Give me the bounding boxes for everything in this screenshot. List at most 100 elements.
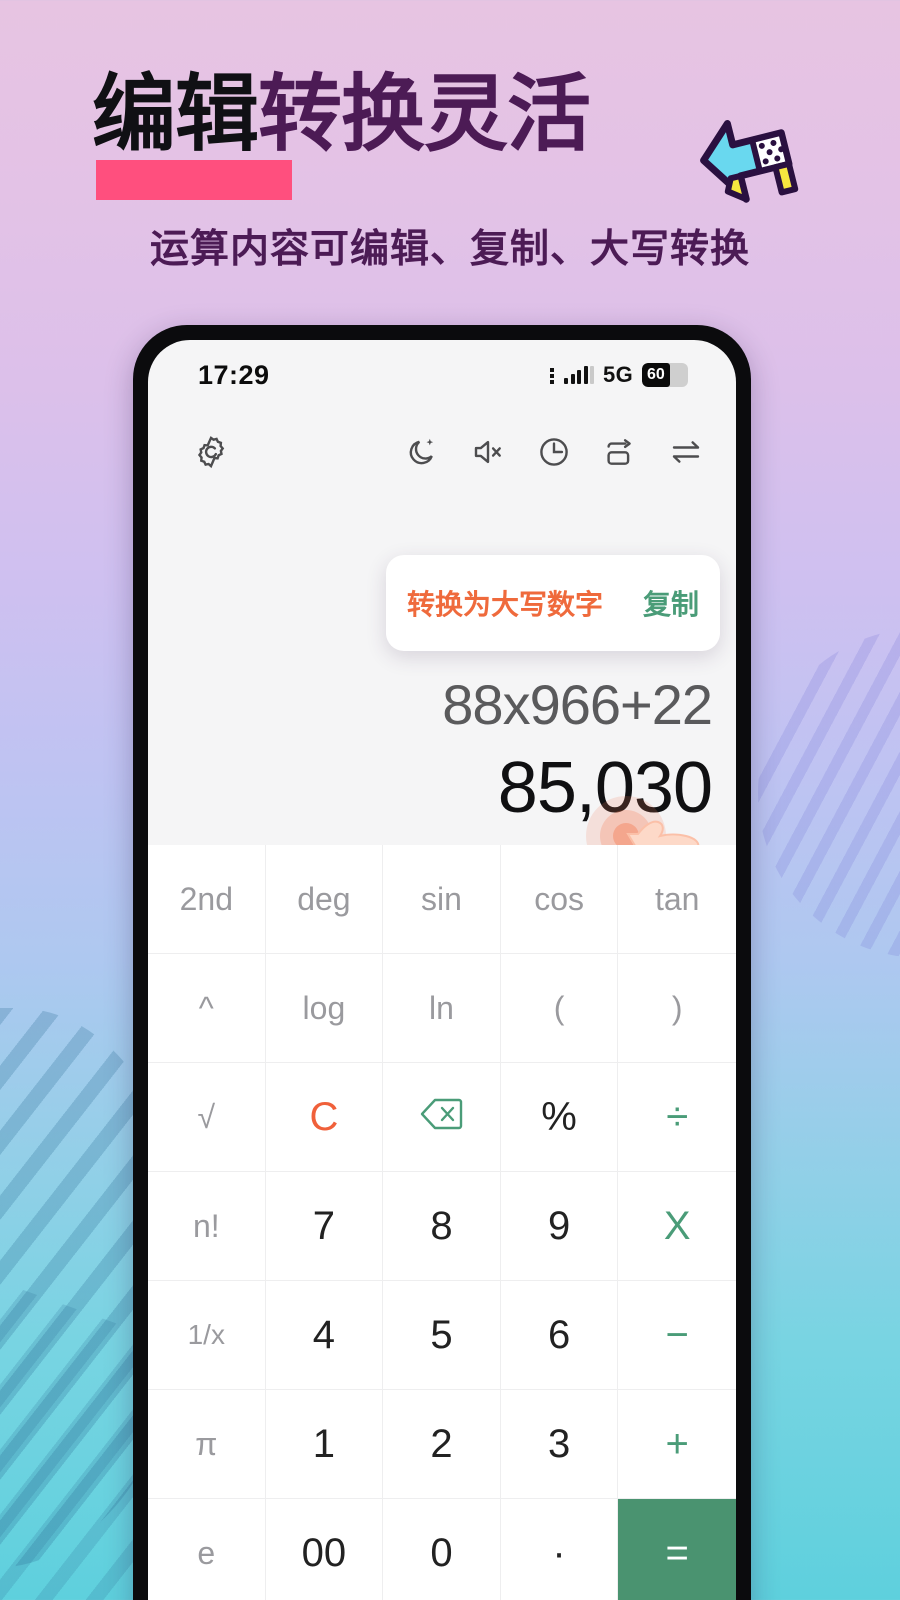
status-indicators: 5G 60 [550, 362, 688, 388]
key-3-label: 3 [547, 1422, 571, 1466]
status-time: 17:29 [198, 359, 270, 390]
key-paren-close[interactable]: ) [618, 954, 736, 1063]
key-0[interactable]: 0 [383, 1499, 501, 1600]
app-toolbar [148, 412, 736, 492]
key-sin-label: sin [421, 881, 462, 917]
cursor-arrow-icon [700, 120, 799, 203]
key-percent-label: % [541, 1095, 577, 1139]
key-tan[interactable]: tan [618, 845, 736, 954]
key-pi-label: π [195, 1426, 218, 1462]
key-cos-label: cos [534, 881, 584, 917]
status-bar: 17:29 5G 60 [148, 340, 736, 410]
toolbar-right-icons [394, 424, 714, 480]
key-1-label: 1 [312, 1422, 336, 1466]
history-clock-icon[interactable] [526, 424, 582, 480]
key-8[interactable]: 8 [383, 1172, 501, 1281]
key-sin[interactable]: sin [383, 845, 501, 954]
expression-text[interactable]: 88x966+22 [442, 672, 713, 737]
key-sqrt[interactable]: √ [148, 1063, 266, 1172]
key-cos[interactable]: cos [500, 845, 619, 954]
key-reciprocal[interactable]: 1/x [148, 1281, 266, 1390]
key-paren-open-label: ( [553, 990, 565, 1026]
phone-mockup: 17:29 5G 60 88x966+22 85,030 转换为大写数字 复制 … [133, 325, 751, 1600]
key-equals-label: = [665, 1531, 689, 1575]
striped-circle-right [758, 628, 900, 958]
key-deg-label: deg [297, 881, 351, 917]
signal-dots-icon [550, 366, 555, 384]
key-9-label: 9 [547, 1204, 571, 1248]
key-backspace-label [419, 1097, 463, 1137]
key-e[interactable]: e [148, 1499, 266, 1600]
context-menu-popup[interactable]: 转换为大写数字 复制 [386, 555, 720, 651]
key-decimal[interactable]: · [500, 1499, 619, 1600]
key-minus[interactable]: − [618, 1281, 736, 1390]
key-double-zero-label: 00 [301, 1531, 347, 1575]
key-ln[interactable]: ln [383, 954, 501, 1063]
key-backspace[interactable] [383, 1063, 501, 1172]
key-0-label: 0 [430, 1531, 453, 1575]
key-5[interactable]: 5 [383, 1281, 501, 1390]
key-power-label: ^ [198, 990, 214, 1026]
key-2-label: 2 [430, 1422, 453, 1466]
key-factorial-label: n! [192, 1208, 220, 1244]
key-6[interactable]: 6 [500, 1281, 619, 1390]
key-9[interactable]: 9 [500, 1172, 619, 1281]
key-6-label: 6 [547, 1313, 571, 1357]
key-reciprocal-label: 1/x [187, 1319, 225, 1350]
key-2nd[interactable]: 2nd [148, 845, 266, 954]
settings-gear-icon[interactable] [183, 424, 239, 480]
battery-icon: 60 [642, 363, 688, 387]
key-5-label: 5 [430, 1313, 453, 1357]
network-type-label: 5G [603, 362, 633, 387]
key-sqrt-label: √ [197, 1099, 216, 1135]
phone-screen: 17:29 5G 60 88x966+22 85,030 转换为大写数字 复制 … [148, 340, 736, 1600]
calculator-keypad: 2nd deg sin cos tan ^ log ln () √ C% ÷ n! 7 8 9 X 1/x 4 5 6 −… [148, 845, 736, 1600]
key-log[interactable]: log [265, 954, 384, 1063]
key-clear-label: C [309, 1095, 339, 1139]
signal-bars-icon [564, 366, 595, 384]
key-equals[interactable]: = [618, 1499, 736, 1600]
key-4[interactable]: 4 [265, 1281, 384, 1390]
key-divide-label: ÷ [666, 1095, 689, 1139]
key-multiply[interactable]: X [618, 1172, 736, 1281]
copy-button[interactable]: 复制 [643, 583, 699, 623]
screen-rotate-icon[interactable] [592, 424, 648, 480]
key-paren-open[interactable]: ( [500, 954, 619, 1063]
dark-mode-moon-icon[interactable] [394, 424, 450, 480]
key-multiply-label: X [663, 1204, 691, 1248]
key-1[interactable]: 1 [265, 1390, 384, 1499]
key-log-label: log [302, 990, 346, 1026]
key-minus-label: − [665, 1313, 689, 1357]
key-7-label: 7 [312, 1204, 336, 1248]
headline-segment-dark: 编辑 [92, 65, 259, 163]
headline-segment-purple: 转换灵活 [258, 65, 591, 163]
key-ln-label: ln [429, 990, 454, 1026]
key-2[interactable]: 2 [383, 1390, 501, 1499]
headline-text: 编辑转换灵活 [92, 62, 591, 167]
convert-to-chinese-numerals-button[interactable]: 转换为大写数字 [407, 583, 603, 623]
key-double-zero[interactable]: 00 [265, 1499, 384, 1600]
key-percent[interactable]: % [500, 1063, 619, 1172]
key-divide[interactable]: ÷ [618, 1063, 736, 1172]
sound-mute-icon[interactable] [460, 424, 516, 480]
key-7[interactable]: 7 [265, 1172, 384, 1281]
key-pi[interactable]: π [148, 1390, 266, 1499]
key-deg[interactable]: deg [265, 845, 384, 954]
key-8-label: 8 [430, 1204, 453, 1248]
key-4-label: 4 [312, 1313, 336, 1357]
battery-percent-label: 60 [647, 366, 665, 383]
calculator-display[interactable]: 88x966+22 85,030 [148, 492, 736, 898]
key-e-label: e [197, 1535, 216, 1571]
key-clear[interactable]: C [265, 1063, 384, 1172]
key-plus[interactable]: + [618, 1390, 736, 1499]
key-tan-label: tan [654, 881, 700, 917]
promo-subheadline: 运算内容可编辑、复制、大写转换 [149, 226, 750, 272]
key-plus-label: + [665, 1422, 689, 1466]
key-power[interactable]: ^ [148, 954, 266, 1063]
key-2nd-label: 2nd [179, 881, 233, 917]
key-3[interactable]: 3 [500, 1390, 619, 1499]
unit-convert-swap-icon[interactable] [658, 424, 714, 480]
key-decimal-label: · [552, 1531, 566, 1575]
key-factorial[interactable]: n! [148, 1172, 266, 1281]
key-paren-close-label: ) [671, 990, 683, 1026]
